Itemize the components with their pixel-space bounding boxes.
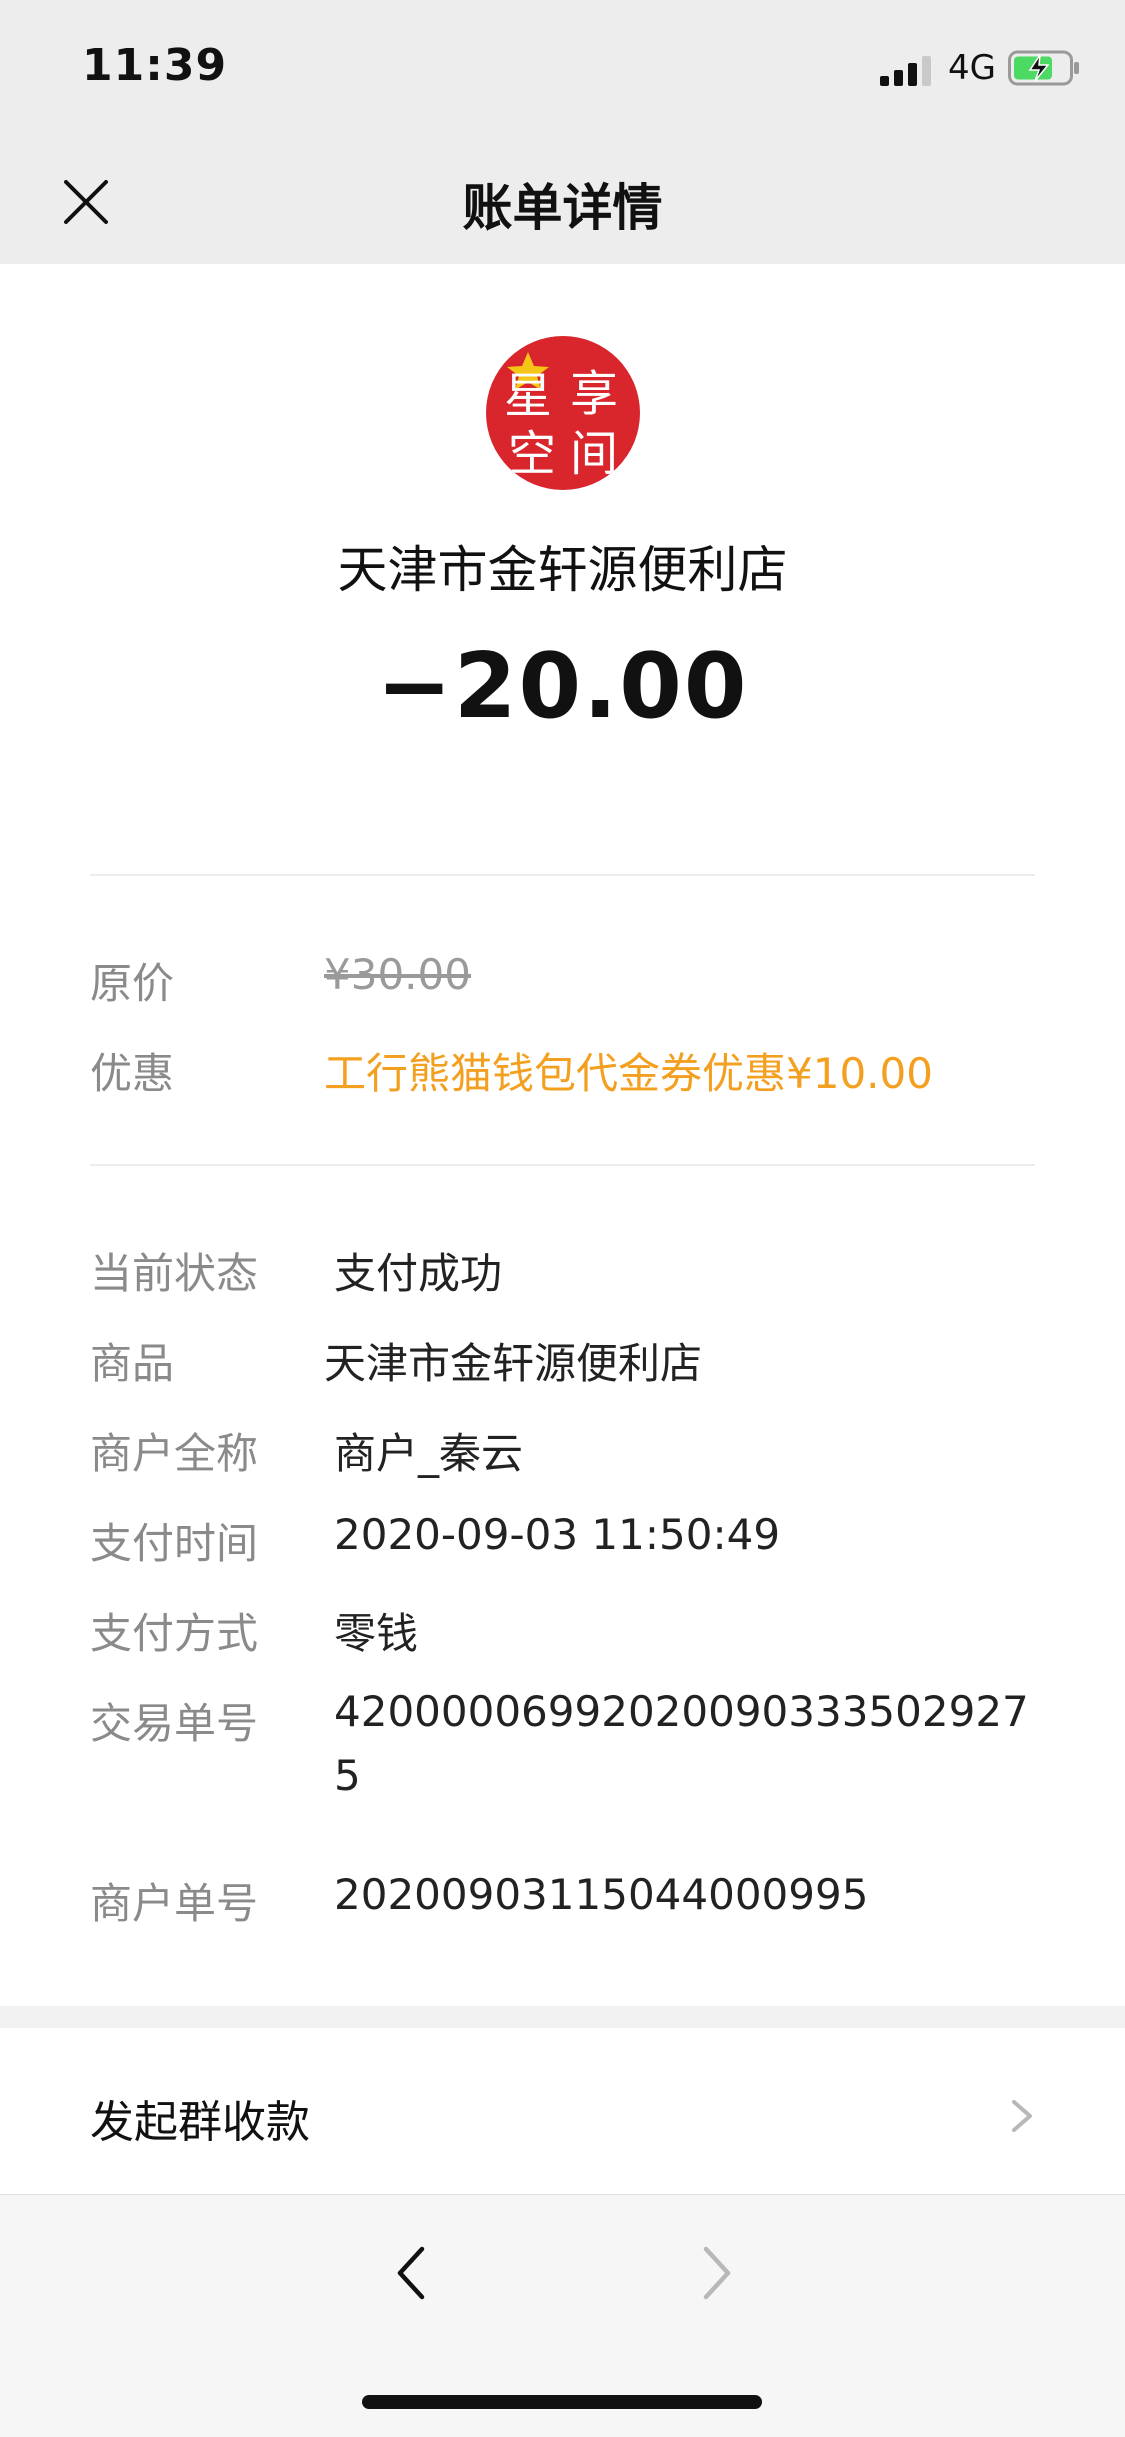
discount-label: 优惠 <box>90 1049 175 1098</box>
discount-value: 工行熊猫钱包代金券优惠¥10.00 <box>324 1049 933 1098</box>
merchant-name: 天津市金轩源便利店 <box>337 541 788 599</box>
bill-detail-card: 星 享 空 间 天津市金轩源便利店 −20.00 原价 ¥30.00 优惠 工行… <box>0 264 1125 2006</box>
payment-method-label: 支付方式 <box>90 1609 259 1658</box>
payment-amount: −20.00 <box>376 634 749 739</box>
merchant-order-value[interactable]: 20200903115044000995 <box>334 1870 868 1919</box>
logo-char-4: 间 <box>570 426 618 482</box>
divider <box>90 874 1035 876</box>
page-title: 账单详情 <box>462 179 663 237</box>
chevron-right-icon <box>1012 2100 1032 2132</box>
transaction-id-value[interactable]: 420000069920200903335029275 <box>334 1680 1034 1808</box>
navigation-bar: 账单详情 <box>0 140 1125 264</box>
logo-graphic: 星 享 空 间 <box>504 352 618 482</box>
group-collect-label: 发起群收款 <box>90 2097 310 2148</box>
merchant-fullname-label: 商户全称 <box>90 1429 259 1478</box>
divider <box>90 1164 1035 1166</box>
merchant-order-label: 商户单号 <box>90 1879 259 1928</box>
status-label: 当前状态 <box>90 1249 259 1298</box>
forward-arrow-icon[interactable] <box>696 2243 736 2303</box>
network-type: 4G <box>948 48 996 88</box>
status-bar: 11:39 4G <box>0 0 1125 140</box>
home-indicator[interactable] <box>362 2395 762 2409</box>
logo-char-3: 空 <box>508 426 556 482</box>
original-price-value: ¥30.00 <box>324 950 471 999</box>
section-gap <box>0 2006 1125 2028</box>
transaction-id-label: 交易单号 <box>90 1699 259 1748</box>
merchant-fullname-value: 商户_秦云 <box>334 1429 524 1478</box>
back-arrow-icon[interactable] <box>392 2243 432 2303</box>
payment-time-value: 2020-09-03 11:50:49 <box>334 1510 781 1559</box>
merchant-logo: 星 享 空 间 <box>486 336 640 490</box>
group-collect-row[interactable]: 发起群收款 <box>0 2028 1125 2194</box>
original-price-label: 原价 <box>90 959 175 1008</box>
product-value: 天津市金轩源便利店 <box>324 1339 703 1388</box>
status-value: 支付成功 <box>334 1249 503 1298</box>
payment-method-value: 零钱 <box>334 1609 419 1658</box>
status-time: 11:39 <box>82 40 228 91</box>
logo-char-2: 享 <box>570 366 618 422</box>
payment-time-label: 支付时间 <box>90 1519 259 1568</box>
bottom-navigation <box>0 2194 1125 2437</box>
battery-charging-icon <box>1008 50 1079 86</box>
product-label: 商品 <box>90 1339 175 1388</box>
logo-char-1: 星 <box>504 368 552 424</box>
signal-bars-icon <box>880 56 931 86</box>
